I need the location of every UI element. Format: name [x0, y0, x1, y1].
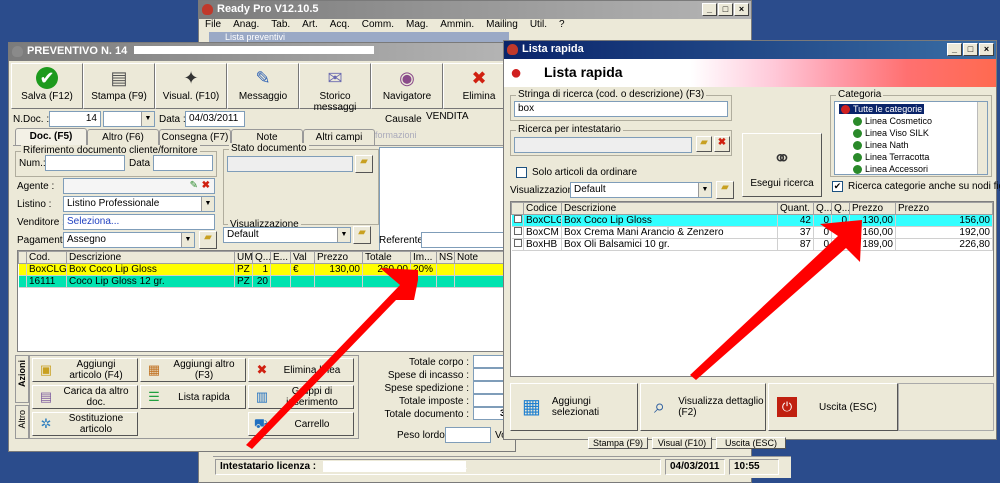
arrow-to-lista-price	[690, 220, 862, 380]
annotation-arrows	[246, 220, 862, 449]
arrow-to-grid-total	[246, 268, 418, 449]
